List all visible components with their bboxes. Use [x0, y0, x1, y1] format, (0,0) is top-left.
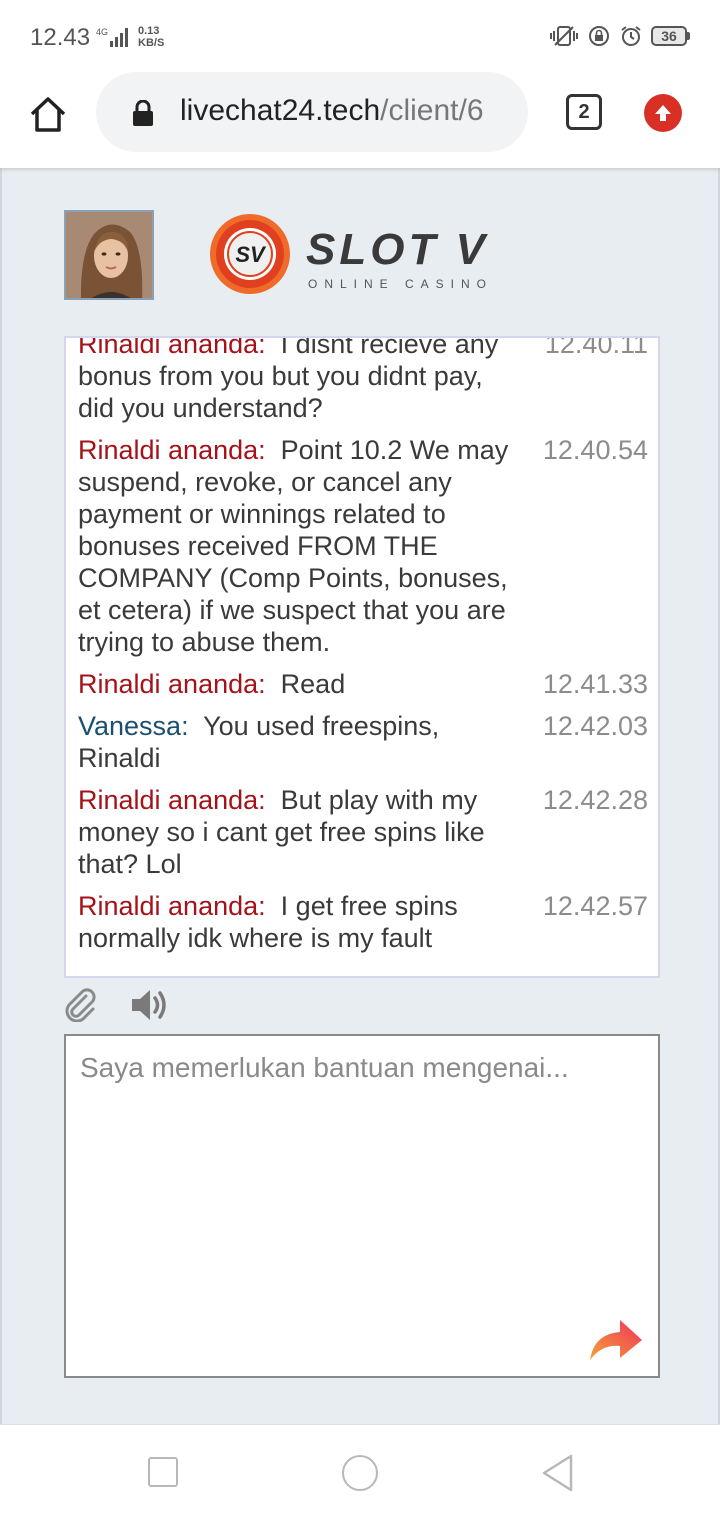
- recent-apps-button[interactable]: [148, 1457, 178, 1487]
- battery-icon: 36: [651, 26, 690, 46]
- message-sender: Rinaldi ananda:: [78, 785, 266, 815]
- send-arrow-icon[interactable]: [588, 1316, 644, 1362]
- chat-message: Rinaldi ananda: Point 10.2 We may suspen…: [78, 434, 648, 658]
- url-text[interactable]: livechat24.tech/client/6: [180, 94, 510, 128]
- chat-message: Rinaldi ananda: Read 12.41.33: [78, 668, 648, 700]
- message-text: Read: [280, 669, 346, 699]
- paperclip-icon[interactable]: [64, 988, 98, 1022]
- chat-message: Vanessa: You used freespins, Rinaldi 12.4…: [78, 710, 648, 774]
- vibrate-icon: [550, 26, 578, 46]
- battery-level: 36: [651, 26, 687, 46]
- agent-avatar: [64, 210, 154, 300]
- message-time: 12.41.33: [542, 669, 648, 699]
- message-sender: Vanessa:: [78, 711, 189, 741]
- url-domain: livechat24.tech: [180, 94, 381, 127]
- network-speed-unit: KB/S: [138, 37, 165, 49]
- logo-badge: SV: [235, 242, 267, 267]
- network-speed-value: 0.13: [138, 25, 160, 37]
- speaker-icon[interactable]: [130, 986, 170, 1024]
- message-time: 12.42.57: [542, 891, 648, 921]
- message-time: 12.42.03: [542, 711, 648, 741]
- system-nav-bar: [0, 1424, 720, 1520]
- address-bar[interactable]: livechat24.tech/client/6: [96, 72, 528, 152]
- message-time: 12.42.28: [542, 785, 648, 815]
- agent-photo: [66, 212, 152, 298]
- net-type-label: 4G: [96, 27, 108, 37]
- update-icon: [655, 105, 671, 121]
- message-input[interactable]: [66, 1036, 658, 1376]
- message-time: 12.40.54: [542, 435, 648, 465]
- tab-switcher-button[interactable]: 2: [566, 94, 602, 130]
- slotv-logo: SV SLOT V ONLINE CASINO: [210, 214, 493, 294]
- chat-messages[interactable]: Rinaldi ananda: I disnt recieve any bonu…: [64, 336, 660, 978]
- message-list: Rinaldi ananda: I disnt recieve any bonu…: [78, 336, 648, 964]
- browser-toolbar: livechat24.tech/client/6 2: [0, 72, 720, 168]
- message-composer: [64, 1034, 660, 1378]
- logo-text: SLOT V: [306, 225, 489, 274]
- chat-message: Rinaldi ananda: I disnt recieve any bonu…: [78, 336, 648, 424]
- back-button[interactable]: [540, 1453, 574, 1493]
- message-sender: Rinaldi ananda:: [78, 891, 266, 921]
- status-time: 12.43: [30, 24, 91, 51]
- url-path: /client/6: [380, 94, 484, 127]
- message-text: Point 10.2 We may suspend, revoke, or ca…: [78, 435, 509, 657]
- chat-message: Rinaldi ananda: But play with my money s…: [78, 784, 648, 880]
- signal-icon: 4G: [96, 27, 128, 47]
- home-icon[interactable]: [28, 94, 68, 134]
- lock-icon: [133, 100, 153, 126]
- status-bar: 12.43 4G 0.13 KB/S 36: [0, 0, 720, 72]
- status-icons: 36: [549, 24, 690, 48]
- chat-message: Rinaldi ananda: I get free spins normall…: [78, 890, 648, 954]
- alarm-icon: [621, 26, 641, 46]
- update-button[interactable]: [644, 94, 682, 132]
- chat-tools: [64, 986, 264, 1026]
- message-sender: Rinaldi ananda:: [78, 336, 266, 359]
- lock-rotation-icon: [589, 26, 609, 46]
- message-sender: Rinaldi ananda:: [78, 669, 266, 699]
- logo-subtext: ONLINE CASINO: [308, 277, 493, 291]
- network-speed: 0.13 KB/S: [138, 25, 164, 49]
- home-button[interactable]: [342, 1455, 378, 1491]
- message-time: 12.40.11: [544, 336, 648, 359]
- chat-page: SV SLOT V ONLINE CASINO Rinaldi ananda: …: [0, 168, 720, 1424]
- message-sender: Rinaldi ananda:: [78, 435, 266, 465]
